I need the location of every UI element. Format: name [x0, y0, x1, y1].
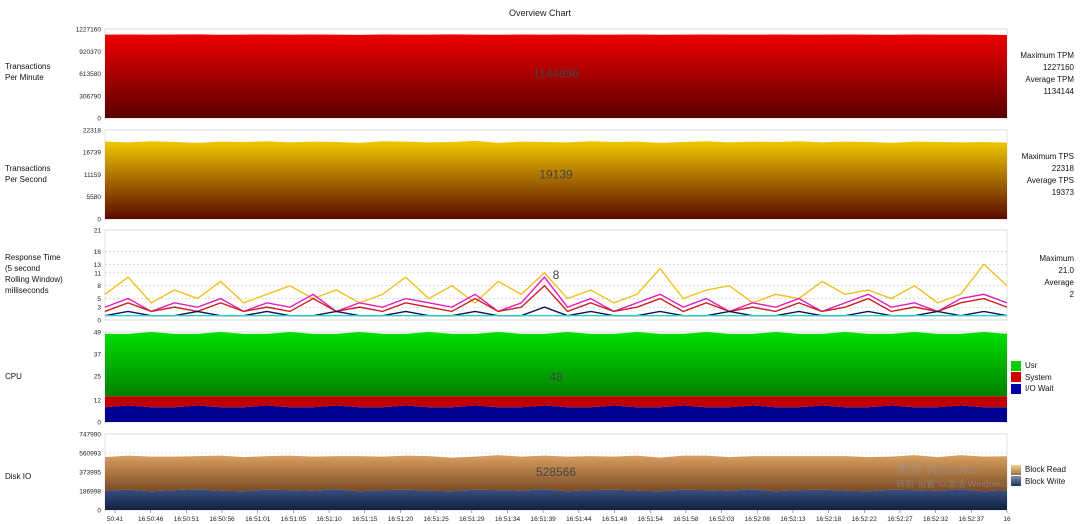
overview-chart-svg: 0 306790 613580 920370 1227160 1144896 0 5580 11…	[76, 27, 1011, 524]
current-value-label: 1144896	[533, 67, 579, 81]
area-series-block-write	[105, 489, 1007, 510]
y-tick-label: 0	[97, 116, 101, 123]
x-tick-label: 16:51:10	[316, 516, 342, 523]
x-tick-label: 16:52:22	[852, 516, 878, 523]
y-tick-label: 0	[97, 420, 101, 427]
y-tick-label: 11159	[84, 172, 101, 179]
y-tick-label: 21	[94, 228, 102, 235]
x-tick-label: 16:50:56	[209, 516, 235, 523]
x-tick-label: 16:51:20	[388, 516, 414, 523]
x-tick-label: 16:50:51	[174, 516, 200, 523]
x-tick-label: 16:52:32	[923, 516, 949, 523]
y-tick-label: 0	[97, 318, 101, 325]
y-tick-label: 13	[94, 262, 102, 269]
y-tick-label: 16	[94, 249, 102, 256]
y-tick-label: 22318	[83, 128, 101, 135]
watermark-line: 转到"设置"以激活 Windows。	[896, 479, 1014, 489]
y-tick-label: 3	[97, 305, 101, 312]
y-tick-label: 613580	[79, 71, 101, 78]
y-tick-label: 0	[97, 217, 101, 224]
x-tick-label: 16:50:46	[138, 516, 164, 523]
x-tick-label: 50:41	[107, 516, 124, 523]
y-tick-label: 37	[94, 352, 102, 359]
x-tick-label: 16:51:58	[673, 516, 699, 523]
windows-activation-watermark: 激活 Windows 转到"设置"以激活 Windows。	[896, 462, 1013, 492]
y-tick-label: 1227160	[76, 27, 102, 34]
area-series-usr	[105, 332, 1007, 397]
x-tick-label: 16	[1003, 516, 1011, 523]
x-tick-label: 16:51:54	[638, 516, 664, 523]
y-tick-label: 16739	[83, 150, 101, 157]
current-value-label: 19139	[539, 168, 573, 182]
y-tick-label: 8	[97, 283, 101, 290]
y-tick-label: 747990	[79, 432, 101, 439]
y-tick-label: 560993	[79, 450, 101, 457]
y-tick-label: 0	[97, 508, 101, 515]
x-tick-label: 16:51:15	[352, 516, 378, 523]
x-tick-label: 16:51:01	[245, 516, 271, 523]
y-tick-label: 186998	[79, 488, 101, 495]
x-tick-label: 16:51:49	[602, 516, 628, 523]
x-tick-label: 16:51:25	[423, 516, 449, 523]
y-tick-label: 11	[94, 270, 101, 277]
x-tick-label: 16:52:37	[959, 516, 985, 523]
y-tick-label: 5	[97, 296, 101, 303]
x-tick-label: 16:52:03	[709, 516, 735, 523]
line-series-2	[104, 284, 1008, 313]
x-tick-label: 16:51:34	[495, 516, 521, 523]
x-tick-label: 16:51:39	[531, 516, 557, 523]
line-series-1	[104, 276, 1008, 313]
area-series-i-o-wait	[105, 405, 1007, 422]
y-tick-label: 25	[94, 374, 102, 381]
line-series-3	[104, 306, 1008, 317]
y-tick-label: 306790	[79, 93, 101, 100]
x-tick-label: 16:52:18	[816, 516, 842, 523]
current-value-label: 8	[553, 268, 560, 282]
x-tick-label: 16:52:13	[780, 516, 806, 523]
x-tick-label: 16:51:29	[459, 516, 485, 523]
watermark-line: 激活 Windows	[896, 462, 979, 477]
y-tick-label: 49	[94, 330, 102, 337]
x-tick-label: 16:51:44	[566, 516, 592, 523]
area-series-system	[105, 396, 1007, 408]
y-tick-label: 5580	[87, 194, 102, 201]
x-tick-label: 16:52:08	[745, 516, 771, 523]
current-value-label: 528566	[536, 465, 576, 479]
x-tick-label: 16:51:05	[281, 516, 307, 523]
y-tick-label: 373995	[79, 470, 101, 477]
x-tick-label: 16:52:27	[887, 516, 913, 523]
current-value-label: 48	[549, 370, 563, 384]
y-tick-label: 920370	[79, 49, 101, 56]
y-tick-label: 12	[94, 397, 102, 404]
